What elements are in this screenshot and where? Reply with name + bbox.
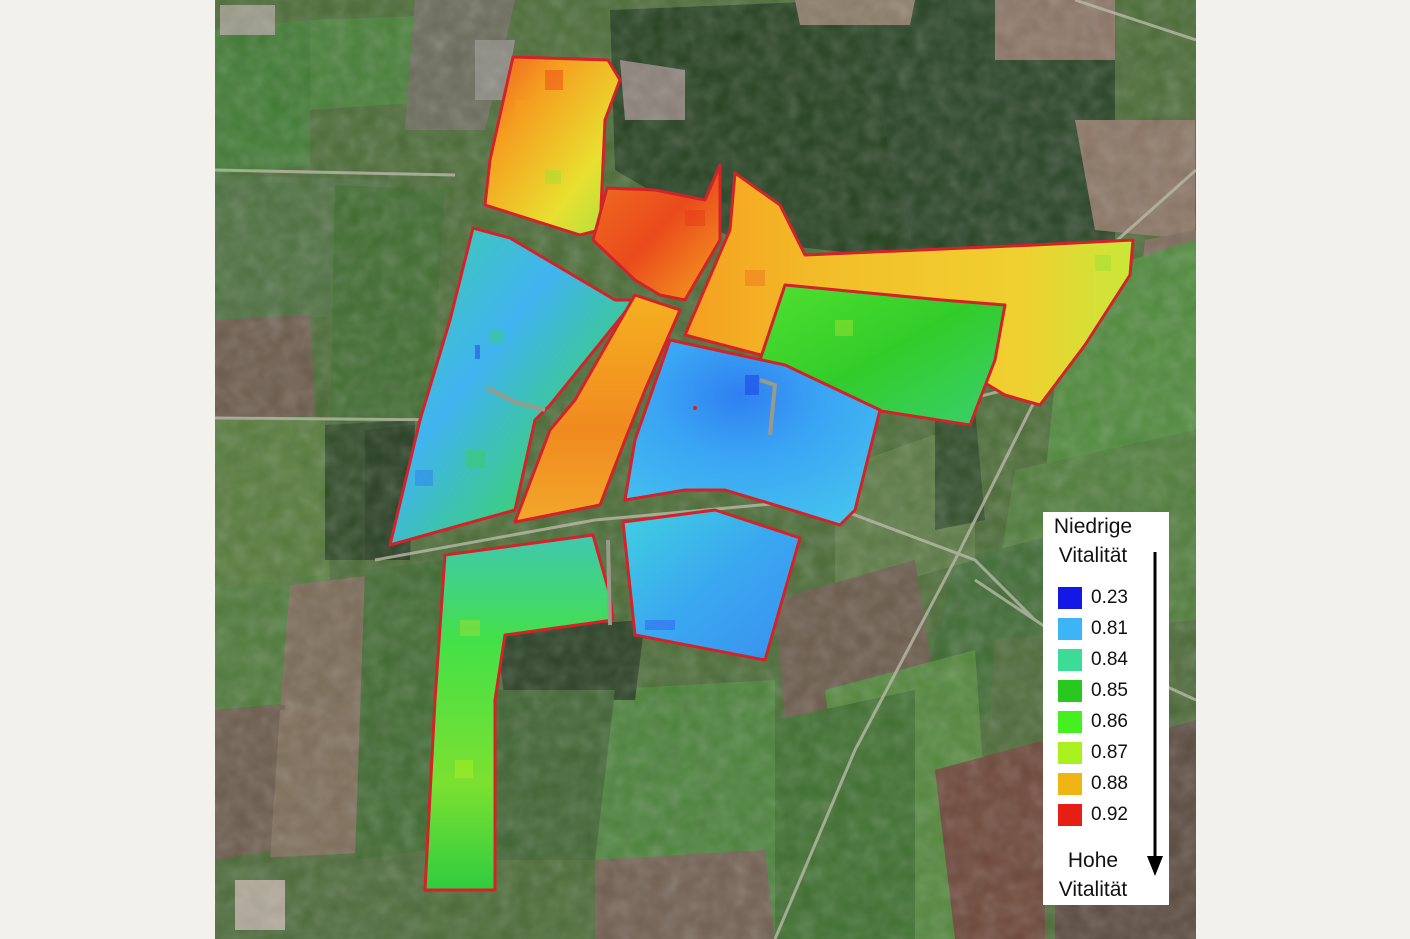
- legend-high-line2: Vitalität: [1058, 878, 1128, 901]
- legend-swatch: [1058, 742, 1082, 764]
- legend-item: 0.92: [1058, 804, 1138, 826]
- map-figure: Niedrige Vitalität 0.23 0.81 0.84 0.85 0.86 0…: [0, 0, 1410, 939]
- legend-high-line1: Hohe: [1067, 849, 1119, 872]
- legend-swatch: [1058, 680, 1082, 702]
- legend-item: 0.85: [1058, 680, 1138, 702]
- legend-item: 0.23: [1058, 587, 1138, 609]
- legend-swatch: [1058, 587, 1082, 609]
- legend-low-line1: Niedrige: [1053, 515, 1133, 538]
- field-marker: [693, 406, 697, 410]
- vitality-legend: Niedrige Vitalität 0.23 0.81 0.84 0.85 0.86 0…: [1043, 512, 1169, 905]
- legend-value: 0.85: [1091, 680, 1128, 701]
- legend-low-line2: Vitalität: [1058, 544, 1128, 567]
- vitality-arrow-icon: [1147, 552, 1163, 876]
- legend-low-label: Niedrige Vitalität: [1043, 512, 1143, 570]
- legend-item: 0.84: [1058, 649, 1138, 671]
- legend-item: 0.81: [1058, 618, 1138, 640]
- legend-item: 0.88: [1058, 773, 1138, 795]
- legend-swatch: [1058, 618, 1082, 640]
- legend-high-label: Hohe Vitalität: [1043, 846, 1143, 904]
- legend-swatch: [1058, 649, 1082, 671]
- legend-value: 0.88: [1091, 773, 1128, 794]
- legend-value: 0.23: [1091, 587, 1128, 608]
- legend-item: 0.86: [1058, 711, 1138, 733]
- legend-value: 0.92: [1091, 804, 1128, 825]
- legend-value: 0.81: [1091, 618, 1128, 639]
- legend-item: 0.87: [1058, 742, 1138, 764]
- legend-swatch: [1058, 711, 1082, 733]
- legend-swatch: [1058, 804, 1082, 826]
- legend-value: 0.87: [1091, 742, 1128, 763]
- legend-swatch: [1058, 773, 1082, 795]
- legend-value: 0.84: [1091, 649, 1128, 670]
- legend-value: 0.86: [1091, 711, 1128, 732]
